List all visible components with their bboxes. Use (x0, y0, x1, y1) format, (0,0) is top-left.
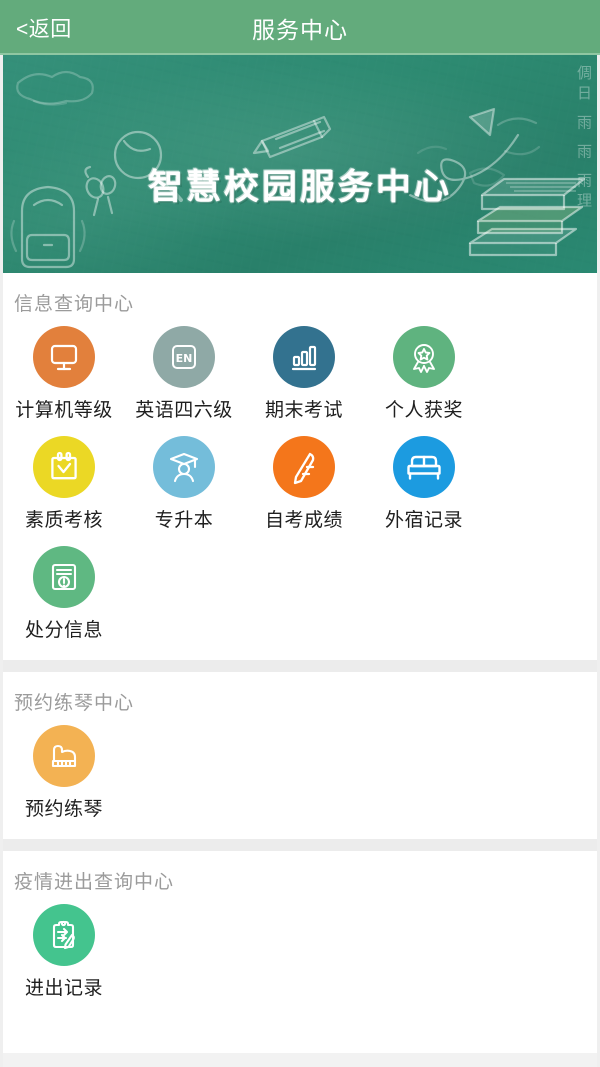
app-screen: <返回 服务中心 倜日 雨 雨 雨理 智慧校园服务中心 信息查询中心 计算机等级… (0, 0, 600, 1067)
tile-final-exam[interactable]: 期末考试 (244, 320, 364, 430)
pen-write-icon (273, 436, 335, 498)
page-title: 服务中心 (252, 16, 348, 43)
medal-star-icon (393, 326, 455, 388)
tile-grid: 预约练琴 (0, 719, 600, 829)
piano-icon (33, 725, 95, 787)
tile-label: 素质考核 (24, 510, 103, 531)
tile-label: 个人获奖 (384, 400, 463, 421)
document-alert-icon (33, 546, 95, 608)
tile-label: 预约练琴 (24, 799, 103, 820)
tile-access-record[interactable]: 进出记录 (4, 898, 124, 1008)
tile-discipline-info[interactable]: 处分信息 (4, 540, 124, 650)
section-title: 信息查询中心 (14, 294, 135, 315)
tile-piano-booking[interactable]: 预约练琴 (4, 719, 124, 829)
tile-college-upgrade[interactable]: 专升本 (124, 430, 244, 540)
app-header: <返回 服务中心 (0, 0, 600, 55)
back-button[interactable]: <返回 (16, 13, 72, 43)
tile-grid: 计算机等级 EN 英语四六级 期末考试 个人获奖 素质考核 专升本 自考成绩 外… (0, 320, 600, 650)
tile-english-cet[interactable]: EN 英语四六级 (124, 320, 244, 430)
tile-computer-level[interactable]: 计算机等级 (4, 320, 124, 430)
banner-title: 智慧校园服务中心 (147, 168, 452, 208)
tile-label: 处分信息 (24, 620, 103, 641)
svg-text:EN: EN (176, 352, 193, 365)
en-badge-icon: EN (153, 326, 215, 388)
tile-label: 英语四六级 (135, 400, 233, 421)
hero-banner: 倜日 雨 雨 雨理 智慧校园服务中心 (0, 55, 600, 273)
checklist-calendar-icon (33, 436, 95, 498)
tile-grid: 进出记录 (0, 898, 600, 1008)
clipboard-pencil-icon (33, 904, 95, 966)
tile-label: 期末考试 (264, 400, 343, 421)
section-piano-booking: 预约练琴中心 预约练琴 (0, 672, 600, 839)
left-edge (0, 55, 3, 1067)
section-info-inquiry: 信息查询中心 计算机等级 EN 英语四六级 期末考试 个人获奖 素质考核 专升本… (0, 273, 600, 660)
graduate-icon (153, 436, 215, 498)
tile-personal-awards[interactable]: 个人获奖 (364, 320, 484, 430)
tile-label: 进出记录 (24, 978, 103, 999)
section-title: 疫情进出查询中心 (14, 872, 175, 893)
section-epidemic-access: 疫情进出查询中心 进出记录 (0, 851, 600, 1018)
bed-icon (393, 436, 455, 498)
tile-offcampus-stay[interactable]: 外宿记录 (364, 430, 484, 540)
tile-label: 专升本 (154, 510, 214, 531)
back-button-label: <返回 (16, 17, 72, 41)
section-title: 预约练琴中心 (14, 693, 135, 714)
tile-label: 自考成绩 (264, 510, 343, 531)
bar-chart-icon (273, 326, 335, 388)
section-divider (0, 839, 600, 851)
tile-label: 计算机等级 (15, 400, 113, 421)
tile-self-exam-score[interactable]: 自考成绩 (244, 430, 364, 540)
monitor-icon (33, 326, 95, 388)
tile-quality-assessment[interactable]: 素质考核 (4, 430, 124, 540)
section-divider (0, 660, 600, 672)
bottom-strip (0, 1053, 600, 1067)
tile-label: 外宿记录 (384, 510, 463, 531)
